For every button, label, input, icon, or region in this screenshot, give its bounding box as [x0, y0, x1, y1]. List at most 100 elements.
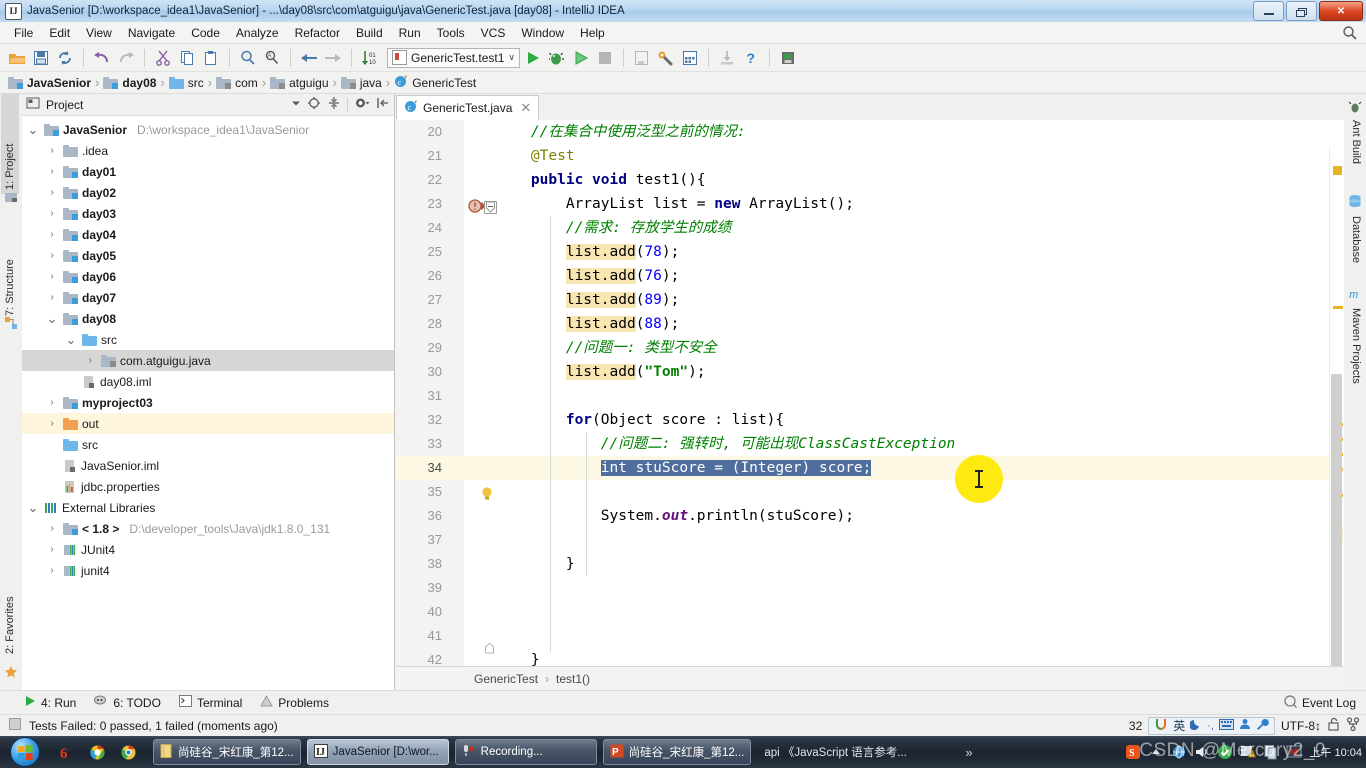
- tree-node-day07[interactable]: › day07: [22, 287, 394, 308]
- chevron-right-icon[interactable]: ›: [45, 187, 59, 198]
- breadcrumb-atguigu[interactable]: atguigu: [270, 76, 332, 90]
- replace-icon[interactable]: A: [261, 47, 283, 69]
- menu-run[interactable]: Run: [391, 24, 429, 42]
- tool-window-run[interactable]: 4: Run: [24, 695, 76, 710]
- tree-node-out[interactable]: › out: [22, 413, 394, 434]
- settings-wrench-icon[interactable]: [655, 47, 677, 69]
- vcs-branch-icon[interactable]: [1346, 717, 1360, 734]
- tree-node--1-8-[interactable]: › < 1.8 > D:\developer_tools\Java\jdk1.8.0…: [22, 518, 394, 539]
- tree-node-day08-iml[interactable]: day08.iml: [22, 371, 394, 392]
- breadcrumb-javasenior[interactable]: JavaSenior: [8, 76, 95, 90]
- run-configuration-selector[interactable]: GenericTest.test1 ∨: [387, 47, 520, 68]
- run-icon[interactable]: [522, 47, 544, 69]
- taskbar-item-api-help[interactable]: api 《JavaScript 语言参考...: [757, 739, 957, 765]
- settings-gear-icon[interactable]: [354, 96, 370, 113]
- code-line[interactable]: 24 //需求: 存放学生的成绩: [396, 216, 1344, 240]
- chevron-right-icon[interactable]: ›: [45, 166, 59, 177]
- chevron-right-icon[interactable]: ›: [45, 250, 59, 261]
- close-button[interactable]: ✕: [1319, 1, 1363, 21]
- menu-navigate[interactable]: Navigate: [120, 24, 183, 42]
- fold-marker-end[interactable]: [484, 642, 495, 657]
- breadcrumb-day08[interactable]: day08: [103, 76, 160, 90]
- ime-mode-label[interactable]: 英: [1173, 717, 1185, 734]
- chevron-right-icon[interactable]: ›: [45, 397, 59, 408]
- code-line[interactable]: 31: [396, 384, 1344, 408]
- run-with-coverage-icon[interactable]: [570, 47, 592, 69]
- code-line[interactable]: 39: [396, 576, 1344, 600]
- tree-node-com-atguigu-java[interactable]: › com.atguigu.java: [22, 350, 394, 371]
- menu-refactor[interactable]: Refactor: [287, 24, 348, 42]
- close-icon[interactable]: ✕: [520, 100, 531, 116]
- taskbar-overflow-icon[interactable]: »: [965, 745, 972, 760]
- tree-node-junit4[interactable]: › junit4: [22, 560, 394, 581]
- sidebar-item-project[interactable]: 1: Project: [1, 94, 19, 194]
- forward-icon[interactable]: [322, 47, 344, 69]
- code-line[interactable]: 37: [396, 528, 1344, 552]
- code-line[interactable]: 27 list.add(89);: [396, 288, 1344, 312]
- open-in-window-icon[interactable]: [631, 47, 653, 69]
- tool-window-ant-build[interactable]: Ant Build: [1347, 116, 1365, 198]
- save-all-icon[interactable]: [30, 47, 52, 69]
- code-line[interactable]: 22 public void test1(){: [396, 168, 1344, 192]
- tree-node-day08[interactable]: ⌄ day08: [22, 308, 394, 329]
- chevron-right-icon[interactable]: ›: [45, 208, 59, 219]
- tree-node-day06[interactable]: › day06: [22, 266, 394, 287]
- fold-marker-collapse[interactable]: [484, 201, 497, 214]
- menu-edit[interactable]: Edit: [41, 24, 78, 42]
- tree-node-junit4[interactable]: › JUnit4: [22, 539, 394, 560]
- chevron-down-icon[interactable]: ⌄: [64, 332, 78, 348]
- cut-icon[interactable]: [152, 47, 174, 69]
- editor-tab-generictest[interactable]: c GenericTest.java ✕: [396, 95, 540, 120]
- user-icon[interactable]: [1239, 718, 1251, 733]
- taskbar-item-recording[interactable]: Recording...: [454, 739, 597, 765]
- breadcrumb-method[interactable]: test1(): [556, 672, 590, 686]
- chrome-icon[interactable]: [120, 744, 137, 761]
- chevron-down-icon[interactable]: [290, 97, 302, 112]
- minimize-button[interactable]: [1253, 1, 1284, 21]
- find-icon[interactable]: [237, 47, 259, 69]
- code-line[interactable]: 34 int stuScore = (Integer) score;: [396, 456, 1344, 480]
- hide-icon[interactable]: [376, 96, 390, 113]
- sidebar-item-structure[interactable]: 7: Structure: [1, 212, 19, 320]
- chevron-right-icon[interactable]: ›: [45, 229, 59, 240]
- intention-bulb-icon[interactable]: [480, 486, 494, 505]
- chevron-right-icon[interactable]: ›: [45, 544, 59, 555]
- chevron-right-icon[interactable]: ›: [45, 418, 59, 429]
- code-line[interactable]: 33 //问题二: 强转时, 可能出现ClassCastException: [396, 432, 1344, 456]
- tree-node-jdbc-properties[interactable]: jdbc.properties: [22, 476, 394, 497]
- code-line[interactable]: 23 ArrayList list = new ArrayList();: [396, 192, 1344, 216]
- tree-node-day04[interactable]: › day04: [22, 224, 394, 245]
- tree-node-day05[interactable]: › day05: [22, 245, 394, 266]
- menu-analyze[interactable]: Analyze: [228, 24, 287, 42]
- chevron-down-icon[interactable]: ⌄: [26, 122, 40, 138]
- chevron-right-icon[interactable]: ›: [45, 271, 59, 282]
- menu-view[interactable]: View: [78, 24, 120, 42]
- sync-icon[interactable]: [54, 47, 76, 69]
- chevron-right-icon[interactable]: ›: [45, 145, 59, 156]
- sort-icon[interactable]: 01 10: [359, 47, 381, 69]
- chevron-down-icon[interactable]: ⌄: [26, 500, 40, 516]
- locate-icon[interactable]: [307, 96, 321, 113]
- tool-window-terminal[interactable]: Terminal: [178, 695, 242, 710]
- encoding-indicator[interactable]: UTF-8↕: [1281, 719, 1321, 733]
- menu-window[interactable]: Window: [513, 24, 572, 42]
- breadcrumb-generictest[interactable]: c GenericTest: [394, 74, 480, 91]
- menu-code[interactable]: Code: [183, 24, 228, 42]
- tool-window-todo[interactable]: 6: TODO: [94, 695, 161, 710]
- paste-icon[interactable]: [200, 47, 222, 69]
- search-icon[interactable]: [1342, 25, 1358, 41]
- memory-indicator[interactable]: 32: [1129, 719, 1142, 733]
- tool-window-maven-projects[interactable]: Maven Projects: [1347, 304, 1365, 416]
- tool-window-database[interactable]: Database: [1347, 212, 1365, 290]
- undo-icon[interactable]: [91, 47, 113, 69]
- code-line[interactable]: 30 list.add("Tom");: [396, 360, 1344, 384]
- code-line[interactable]: 21 @Test: [396, 144, 1344, 168]
- maximize-button[interactable]: [1286, 1, 1317, 21]
- chevron-down-icon[interactable]: ∨: [508, 52, 515, 63]
- taskbar-item-intellij[interactable]: IJ JavaSenior [D:\wor...: [306, 739, 449, 765]
- tree-node-myproject03[interactable]: › myproject03: [22, 392, 394, 413]
- breadcrumb-src[interactable]: src: [168, 76, 208, 90]
- menu-help[interactable]: Help: [572, 24, 613, 42]
- tool-window-problems[interactable]: Problems: [260, 694, 329, 710]
- tree-node-src[interactable]: src: [22, 434, 394, 455]
